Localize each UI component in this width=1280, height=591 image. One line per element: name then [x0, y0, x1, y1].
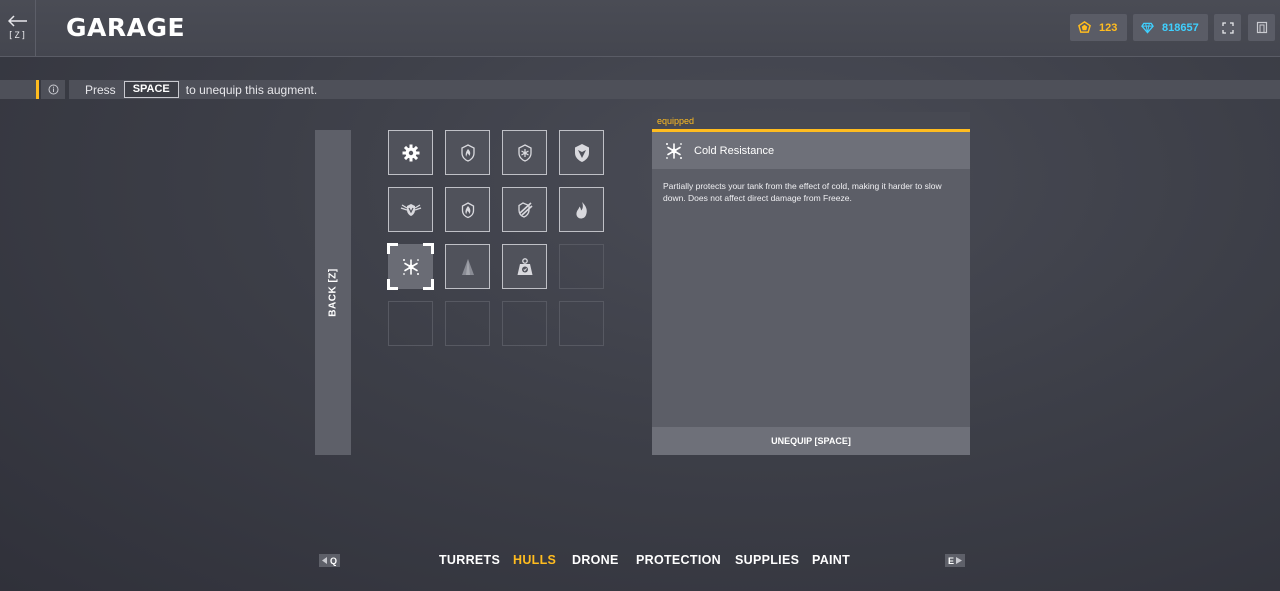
next-key-label: E — [948, 555, 955, 566]
back-button[interactable]: [Z] — [0, 0, 36, 56]
right-arrow-icon — [956, 557, 963, 564]
exit-button[interactable] — [1248, 14, 1275, 41]
equipped-tag: equipped — [652, 112, 970, 130]
hint-text: Press SPACE to unequip this augment. — [69, 80, 1280, 99]
tab-drone[interactable]: DRONE — [572, 553, 619, 567]
hint-post: to unequip this augment. — [185, 82, 318, 97]
weight-icon — [515, 256, 535, 278]
augment-slot[interactable] — [387, 243, 434, 290]
tab-protection[interactable]: PROTECTION — [636, 553, 721, 567]
fire-shield-icon — [457, 142, 479, 164]
selection-corner — [387, 243, 398, 254]
door-icon — [1256, 21, 1267, 34]
fullscreen-button[interactable] — [1214, 14, 1241, 41]
empty-augment-slot — [445, 301, 490, 346]
hint-pre: Press — [85, 82, 116, 97]
top-bar: [Z] GARAGE 123 818657 — [0, 0, 1280, 57]
flame-shield-icon — [457, 199, 479, 221]
back-panel-button[interactable]: BACK [Z] — [315, 130, 351, 455]
empty-augment-slot — [502, 301, 547, 346]
augment-name: Cold Resistance — [694, 144, 775, 157]
fullscreen-icon — [1221, 21, 1234, 34]
snowflake-icon — [664, 141, 684, 161]
augment-slot[interactable] — [502, 244, 547, 289]
flame-icon — [572, 199, 592, 221]
snowflake-icon — [400, 256, 422, 278]
tab-paint[interactable]: PAINT — [812, 553, 850, 567]
augment-slot[interactable] — [445, 187, 490, 232]
empty-augment-slot — [559, 301, 604, 346]
tab-supplies[interactable]: SUPPLIES — [735, 553, 799, 567]
page-title: GARAGE — [66, 13, 186, 42]
selection-corner — [423, 279, 434, 290]
hint-bar: Press SPACE to unequip this augment. — [0, 80, 1280, 99]
left-arrow-icon — [322, 557, 327, 564]
crystal-icon — [1078, 21, 1091, 34]
selection-corner — [387, 279, 398, 290]
prev-key-label: Q — [330, 555, 338, 566]
gems-value: 818657 — [1162, 21, 1199, 34]
augment-description: Partially protects your tank from the ef… — [663, 181, 942, 203]
empty-augment-slot — [388, 301, 433, 346]
freeze-shield-icon — [514, 142, 536, 164]
unequip-button[interactable]: UNEQUIP [SPACE] — [652, 427, 970, 455]
diamond-icon — [1141, 22, 1154, 34]
augment-slot[interactable] — [502, 187, 547, 232]
selection-corner — [423, 243, 434, 254]
augment-slot[interactable] — [502, 130, 547, 175]
crystals-value: 123 — [1099, 21, 1118, 34]
slash-shield-icon — [514, 199, 536, 221]
next-category-button[interactable]: E — [945, 554, 966, 567]
hint-accent — [36, 80, 39, 99]
winged-shield-icon — [399, 199, 423, 221]
gear-icon — [401, 143, 421, 163]
augment-slot[interactable] — [559, 187, 604, 232]
tab-hulls[interactable]: HULLS — [513, 553, 556, 567]
back-arrow-icon — [7, 15, 27, 27]
augment-slot[interactable] — [388, 130, 433, 175]
gems-counter[interactable]: 818657 — [1133, 14, 1208, 41]
shield-icon — [571, 142, 593, 164]
back-key-hint: [Z] — [7, 31, 28, 41]
info-icon — [41, 80, 65, 99]
back-panel-label: BACK [Z] — [327, 268, 339, 317]
augment-info-panel: equipped Cold Resistance Partially prote… — [652, 112, 970, 455]
augment-slot[interactable] — [445, 244, 490, 289]
prev-category-button[interactable]: Q — [319, 554, 341, 567]
space-keycap: SPACE — [123, 81, 179, 98]
tab-turrets[interactable]: TURRETS — [439, 553, 500, 567]
augment-header: Cold Resistance — [652, 132, 970, 169]
category-nav: Q TURRETS HULLS DRONE PROTECTION SUPPLIE… — [0, 550, 1280, 572]
augment-slot[interactable] — [445, 130, 490, 175]
empty-augment-slot — [559, 244, 604, 289]
augment-slot[interactable] — [559, 130, 604, 175]
cone-icon — [458, 256, 478, 278]
augment-slot[interactable] — [388, 187, 433, 232]
crystals-counter[interactable]: 123 — [1070, 14, 1127, 41]
